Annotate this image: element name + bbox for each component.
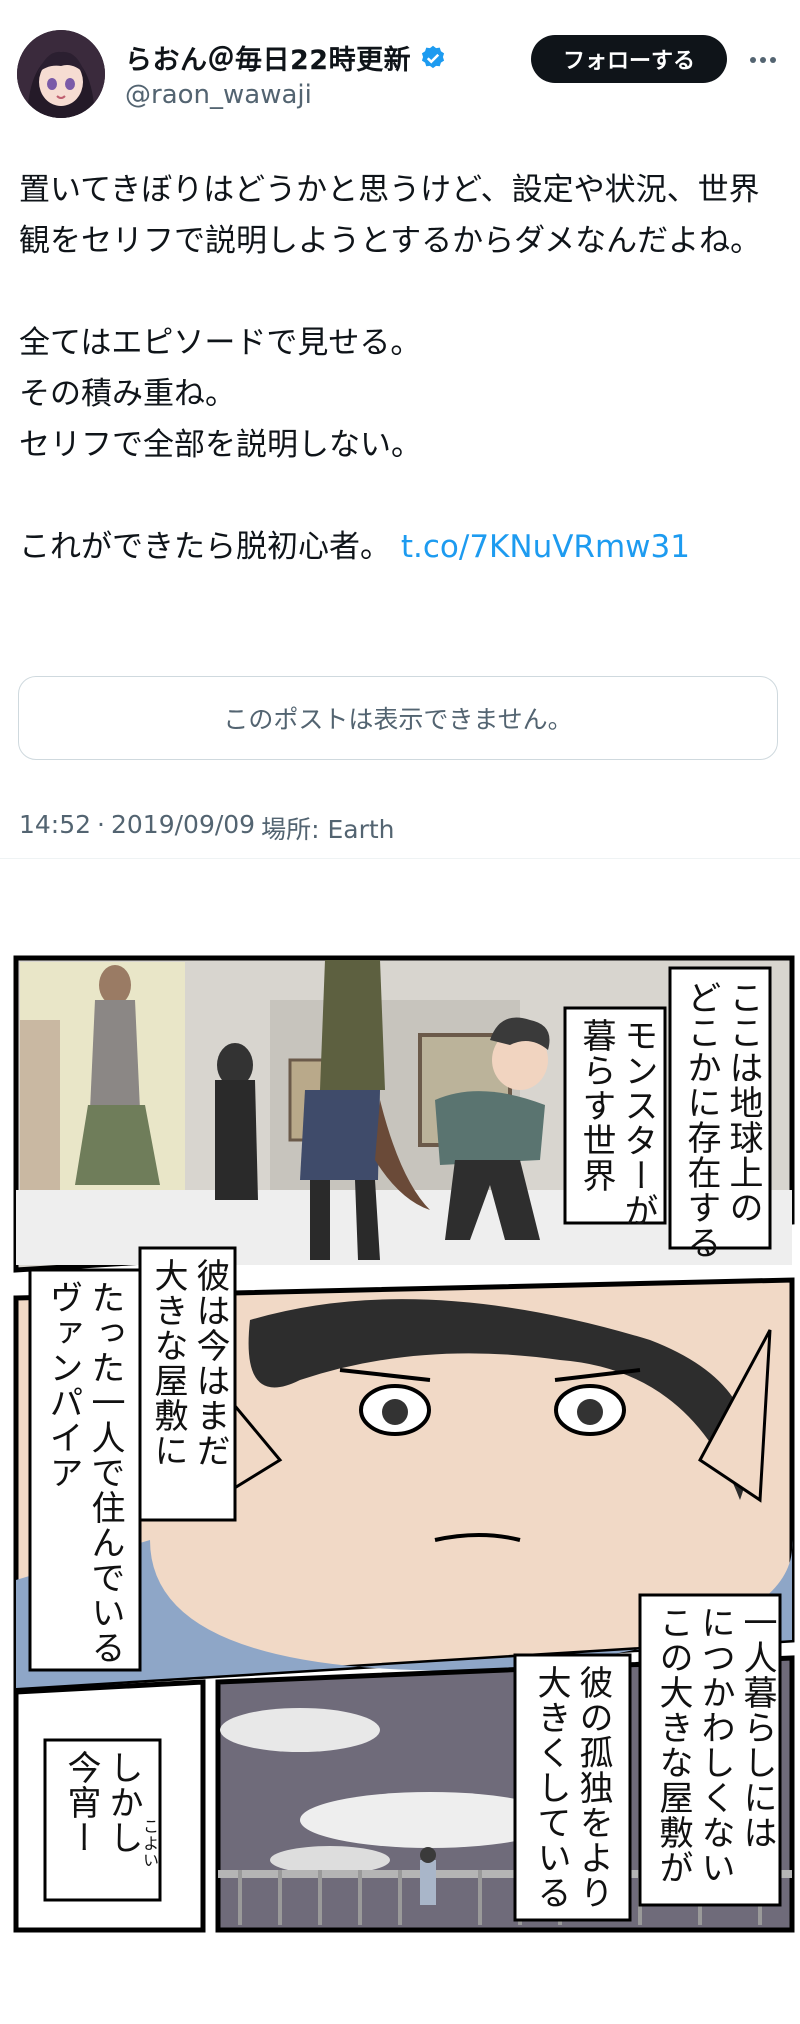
meta-separator: · [97, 810, 105, 839]
tweet-meta: 14:52 · 2019/09/09 場所: Earth [19, 810, 395, 846]
tweet-link[interactable]: t.co/7KNuVRmw31 [401, 529, 690, 565]
quote-unavailable-text: このポストは表示できません。 [223, 705, 573, 734]
manga-image[interactable]: ここは地球上の どこかに存在する モンスターが 暮らす世界 彼は今はまだ 大きな… [0, 940, 800, 1970]
avatar[interactable] [17, 30, 105, 118]
name-row: らおん＠毎日22時更新 [125, 38, 447, 77]
tweet-body: 置いてきぼりはどうかと思うけど、設定や状況、世界観をセリフで説明しようとするから… [19, 172, 762, 565]
quote-unavailable-card: このポストは表示できません。 [18, 676, 778, 760]
manga-ruby: こよい [140, 1818, 159, 1869]
verified-badge-icon [421, 45, 445, 68]
manga-caption-5: 一人暮らしには につかわしくない この大きな屋敷が [653, 1605, 777, 1885]
user-handle[interactable]: @raon_wawaji [125, 80, 312, 110]
manga-caption-7: しかし 今宵ー [61, 1750, 143, 1855]
tweet-location[interactable]: 場所: Earth [261, 810, 394, 846]
follow-button[interactable]: フォローする [531, 35, 727, 83]
manga-caption-6: 彼の孤独をより 大きくしている [531, 1665, 613, 1910]
more-options-icon[interactable] [745, 42, 781, 78]
tweet-time[interactable]: 14:52 [19, 810, 91, 846]
display-name[interactable]: らおん＠毎日22時更新 [125, 38, 411, 77]
manga-caption-3: 彼は今はまだ 大きな屋敷に [148, 1258, 230, 1468]
manga-caption-2: モンスターが 暮らす世界 [576, 1018, 658, 1228]
manga-caption-1: ここは地球上の どこかに存在する [681, 980, 763, 1260]
divider [0, 858, 800, 859]
manga-caption-4: たった一人で住んでいる ヴァンパイア [43, 1280, 125, 1665]
tweet-date[interactable]: 2019/09/09 [111, 810, 255, 846]
tweet-text: 置いてきぼりはどうかと思うけど、設定や状況、世界観をセリフで説明しようとするから… [19, 165, 779, 573]
